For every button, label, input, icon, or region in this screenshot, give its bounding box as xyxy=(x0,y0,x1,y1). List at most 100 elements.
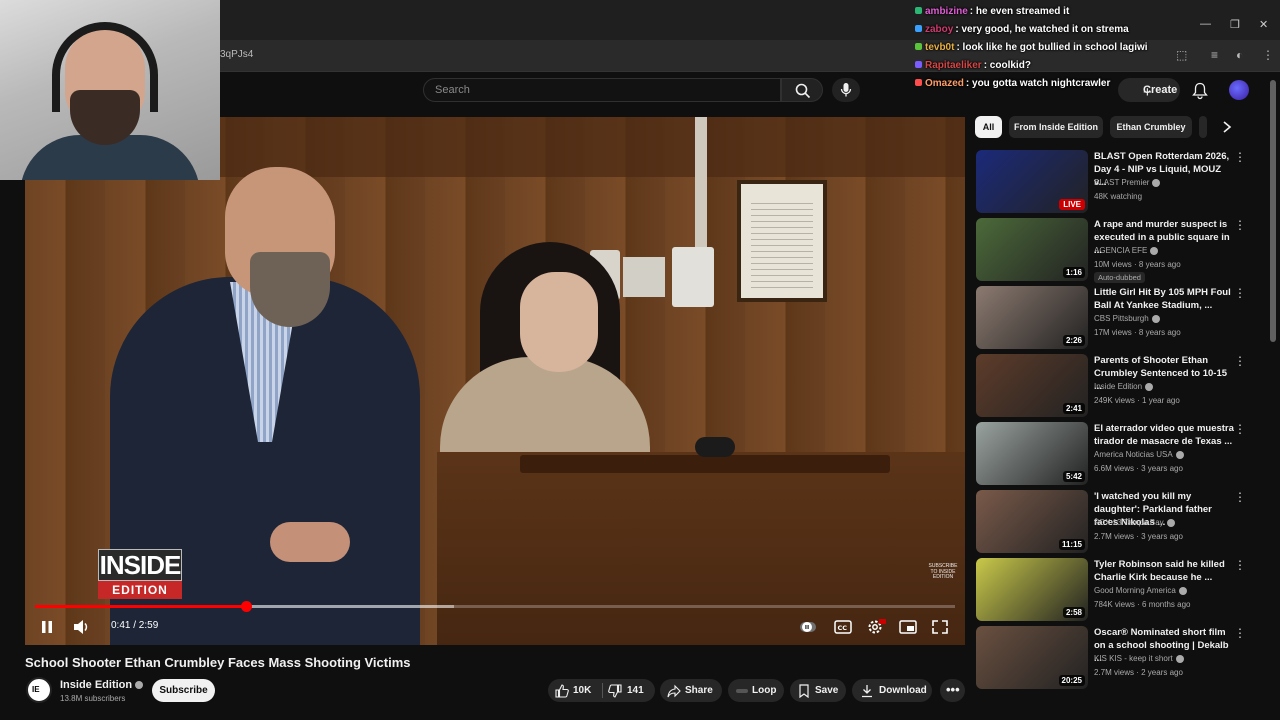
channel-name-text[interactable]: Inside Edition xyxy=(60,679,132,691)
sidebar-scrollbar[interactable] xyxy=(1270,80,1276,342)
share-icon xyxy=(667,684,681,698)
recommendation-thumbnail[interactable]: 5:42 xyxy=(976,422,1088,485)
more-vertical-icon[interactable]: ⋮ xyxy=(1234,490,1246,504)
restore-icon[interactable]: ❐ xyxy=(1230,18,1240,31)
profile-icon[interactable]: ◐ xyxy=(1236,48,1250,62)
recommendation-channel-name[interactable]: KIS KIS - keep it short xyxy=(1094,654,1173,663)
subscribe-watermark[interactable]: SUBSCRIBE TO INSIDE EDITION xyxy=(927,563,959,581)
channel-name[interactable]: Inside Edition xyxy=(60,679,144,691)
volume-icon[interactable] xyxy=(72,617,90,637)
recommendation-channel-name[interactable]: FOX 13 Tampa Bay xyxy=(1094,518,1164,527)
search-input[interactable]: Search xyxy=(423,78,781,102)
recommendation-channel[interactable]: Good Morning America xyxy=(1094,586,1187,595)
chevron-right-icon[interactable] xyxy=(1222,121,1232,133)
recommendation-thumbnail[interactable]: 20:25 xyxy=(976,626,1088,689)
verified-icon xyxy=(1175,654,1184,663)
url-text[interactable]: 3qPJs4 xyxy=(220,49,253,60)
channel-avatar[interactable] xyxy=(26,677,52,703)
recommendation-channel-name[interactable]: Inside Edition xyxy=(1094,382,1142,391)
video-player[interactable]: INSIDE EDITION SUBSCRIBE TO INSIDE EDITI… xyxy=(25,117,965,645)
recommendation-channel-name[interactable]: Good Morning America xyxy=(1094,586,1176,595)
more-vertical-icon[interactable]: ⋮ xyxy=(1234,286,1246,300)
recommendation-card[interactable]: 2:58 Tyler Robinson said he killed Charli… xyxy=(976,558,1266,622)
recommendation-thumbnail[interactable]: 2:26 xyxy=(976,286,1088,349)
chip-ethan-crumbley[interactable]: Ethan Crumbley xyxy=(1110,116,1192,138)
progress-scrubber-handle[interactable] xyxy=(240,601,252,612)
share-button[interactable]: Share xyxy=(660,679,722,702)
recommendation-thumbnail[interactable]: 2:41 xyxy=(976,354,1088,417)
recommendation-thumbnail[interactable]: LIVE xyxy=(976,150,1088,213)
close-icon[interactable]: ✕ xyxy=(1259,18,1268,31)
recommendation-channel-name[interactable]: America Noticias USA xyxy=(1094,450,1173,459)
autoplay-toggle-icon[interactable] xyxy=(800,617,816,637)
notifications-bell-icon[interactable] xyxy=(1192,82,1208,100)
more-vertical-icon[interactable]: ⋮ xyxy=(1234,150,1246,164)
recommendation-thumbnail[interactable]: 11:15 xyxy=(976,490,1088,553)
recommendation-channel[interactable]: KIS KIS - keep it short xyxy=(1094,654,1184,663)
recommendation-card[interactable]: 5:42 El aterrador video que muestra tirad… xyxy=(976,422,1266,486)
recommendation-meta: 249K views · 1 year ago xyxy=(1094,396,1180,405)
recommendation-channel-name[interactable]: CBS Pittsburgh xyxy=(1094,314,1149,323)
captions-icon[interactable]: CC xyxy=(834,617,852,637)
like-button[interactable]: 10K xyxy=(548,679,602,702)
progress-played xyxy=(35,605,246,608)
voice-search-button[interactable] xyxy=(832,78,860,102)
chat-badge-icon xyxy=(915,79,922,86)
miniplayer-icon[interactable] xyxy=(899,617,917,637)
media-icon[interactable]: ≡ xyxy=(1211,48,1225,62)
recommendation-title[interactable]: Tyler Robinson said he killed Charlie Ki… xyxy=(1094,558,1234,584)
search-button[interactable] xyxy=(781,78,823,102)
auto-dubbed-badge: Auto-dubbed xyxy=(1094,272,1145,283)
more-vertical-icon[interactable]: ⋮ xyxy=(1234,422,1246,436)
browser-menu-icon[interactable]: ⋮ xyxy=(1262,48,1276,62)
recommendation-channel[interactable]: BLAST Premier xyxy=(1094,178,1161,187)
recommendation-title[interactable]: Little Girl Hit By 105 MPH Foul Ball At … xyxy=(1094,286,1234,312)
recommendation-channel[interactable]: AGENCIA EFE xyxy=(1094,246,1159,255)
duration-badge: 1:16 xyxy=(1062,267,1085,278)
pause-icon[interactable] xyxy=(39,617,55,637)
more-vertical-icon[interactable]: ⋮ xyxy=(1234,354,1246,368)
recommendation-card[interactable]: 2:26 Little Girl Hit By 105 MPH Foul Ball… xyxy=(976,286,1266,350)
recommendation-channel[interactable]: CBS Pittsburgh xyxy=(1094,314,1160,323)
recommendation-card[interactable]: 11:15 'I watched you kill my daughter': P… xyxy=(976,490,1266,554)
save-button[interactable]: Save xyxy=(790,679,846,702)
progress-bar[interactable] xyxy=(35,601,955,612)
minimize-icon[interactable]: — xyxy=(1200,18,1211,30)
recommendation-card[interactable]: 1:16 A rape and murder suspect is execute… xyxy=(976,218,1266,283)
video-title: School Shooter Ethan Crumbley Faces Mass… xyxy=(25,655,411,670)
recommendation-meta: 6.6M views · 3 years ago xyxy=(1094,464,1183,473)
account-avatar[interactable] xyxy=(1229,80,1249,100)
recommendation-channel[interactable]: Inside Edition xyxy=(1094,382,1154,391)
chip-all[interactable]: All xyxy=(975,116,1002,138)
recommendation-channel-name[interactable]: BLAST Premier xyxy=(1094,178,1149,187)
more-actions-button[interactable]: ••• xyxy=(940,679,965,702)
recommendation-channel-name[interactable]: AGENCIA EFE xyxy=(1094,246,1147,255)
recommendation-card[interactable]: 2:41 Parents of Shooter Ethan Crumbley Se… xyxy=(976,354,1266,418)
recommendation-meta: 2.7M views · 2 years ago xyxy=(1094,668,1183,677)
chat-badge-icon xyxy=(915,25,922,32)
extensions-icon[interactable]: ⬚ xyxy=(1176,48,1190,62)
recommendation-card[interactable]: 20:25 Oscar® Nominated short film on a sc… xyxy=(976,626,1266,690)
search-placeholder: Search xyxy=(435,84,470,96)
chat-username: zaboy xyxy=(925,24,954,35)
recommendation-channel[interactable]: FOX 13 Tampa Bay xyxy=(1094,518,1175,527)
settings-gear-icon[interactable] xyxy=(866,617,886,637)
dislike-button[interactable]: 141 xyxy=(603,679,655,702)
subscribe-button[interactable]: Subscribe xyxy=(152,679,215,702)
chip-from-inside-edition[interactable]: From Inside Edition xyxy=(1009,116,1103,138)
recommendation-card[interactable]: LIVE BLAST Open Rotterdam 2026, Day 4 - N… xyxy=(976,150,1266,214)
more-vertical-icon[interactable]: ⋮ xyxy=(1234,558,1246,572)
recommendation-title[interactable]: El aterrador video que muestra tirador d… xyxy=(1094,422,1234,448)
fullscreen-icon[interactable] xyxy=(931,617,949,637)
more-vertical-icon[interactable]: ⋮ xyxy=(1234,218,1246,232)
download-icon xyxy=(862,685,872,698)
chip-overflow[interactable] xyxy=(1199,116,1207,138)
recommendation-thumbnail[interactable]: 2:58 xyxy=(976,558,1088,621)
recommendation-thumbnail[interactable]: 1:16 xyxy=(976,218,1088,281)
recommendation-channel[interactable]: America Noticias USA xyxy=(1094,450,1184,459)
stream-chat-overlay: ambizine: he even streamed it zaboy: very… xyxy=(915,6,1148,96)
more-vertical-icon[interactable]: ⋮ xyxy=(1234,626,1246,640)
loop-button[interactable]: Loop xyxy=(728,679,784,702)
download-button[interactable]: Download xyxy=(852,679,932,702)
like-count: 10K xyxy=(573,685,592,696)
